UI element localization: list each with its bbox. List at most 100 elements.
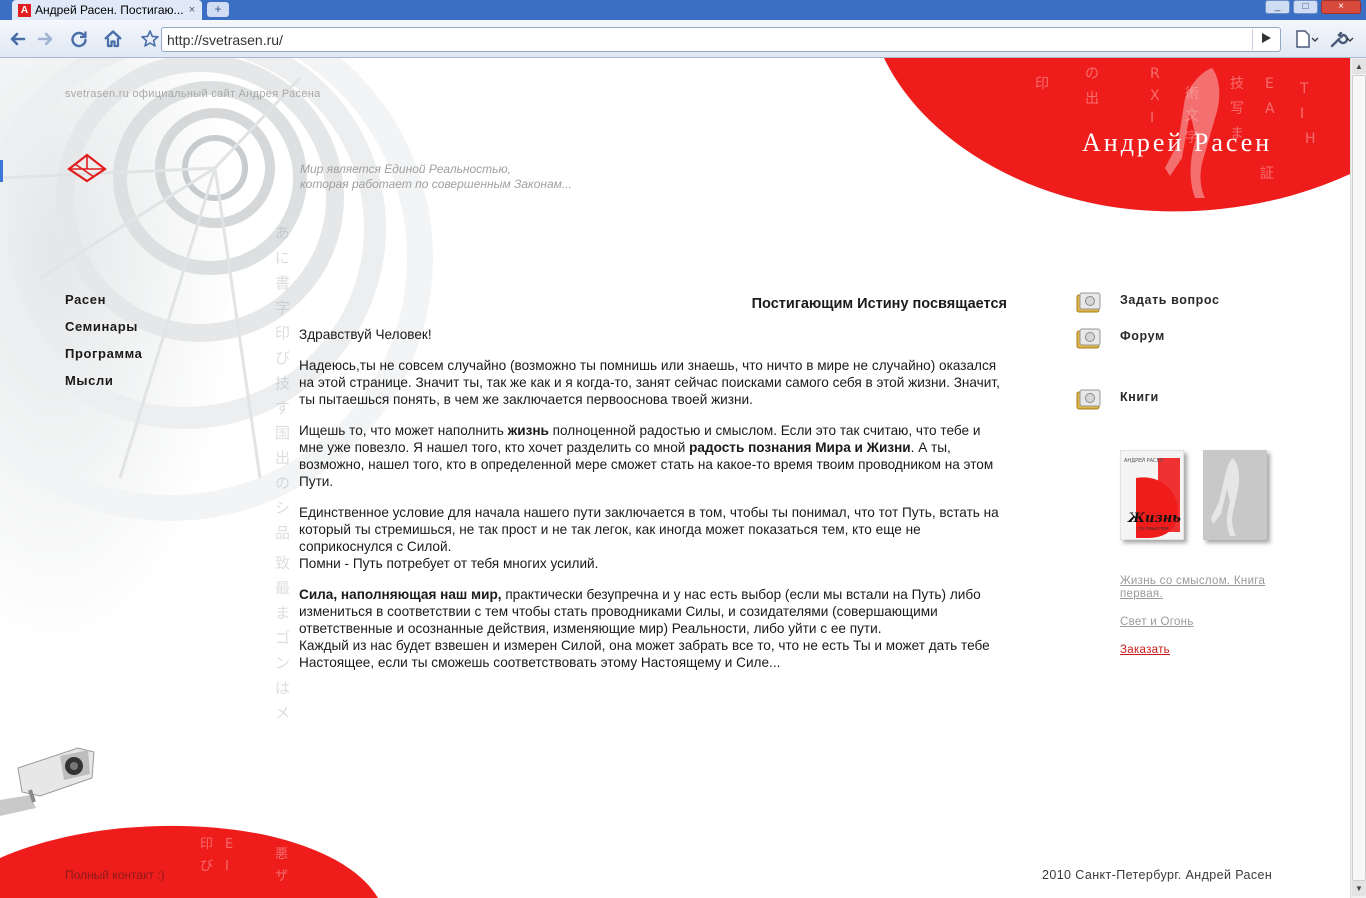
svg-text:I: I — [225, 859, 229, 874]
svg-text:出: 出 — [1085, 91, 1099, 107]
nav-link-thoughts[interactable]: Мысли — [65, 373, 143, 400]
svg-text:ザ: ザ — [275, 869, 288, 884]
svg-text:び: び — [200, 859, 213, 874]
right-nav-item-books[interactable]: Книги — [1076, 389, 1276, 413]
svg-text:び: び — [275, 349, 290, 367]
svg-text:E: E — [225, 837, 233, 852]
nav-link-seminars[interactable]: Семинары — [65, 319, 143, 346]
site-favicon-icon: A — [18, 3, 31, 17]
scroll-down-arrow-icon[interactable]: ▼ — [1352, 881, 1366, 896]
tab-title: Андрей Расен. Постигаю... — [35, 3, 184, 17]
page-menu-button[interactable] — [1291, 26, 1321, 52]
svg-text:R: R — [1150, 66, 1160, 82]
browser-toolbar — [0, 20, 1366, 58]
svg-text:悪: 悪 — [275, 847, 288, 862]
footer-left-link[interactable]: Полный контакт :) — [65, 868, 165, 882]
tab-close-icon[interactable]: × — [185, 4, 199, 16]
svg-text:字: 字 — [275, 299, 290, 317]
svg-text:あ: あ — [275, 224, 290, 242]
left-navigation: Расен Семинары Программа Мысли — [65, 292, 143, 400]
bookmark-star-button[interactable] — [137, 26, 163, 52]
svg-text:E: E — [1265, 76, 1274, 92]
minimize-button[interactable]: _ — [1265, 0, 1290, 14]
svg-text:品: 品 — [275, 524, 290, 542]
back-button[interactable] — [5, 26, 31, 52]
svg-text:出: 出 — [275, 449, 290, 467]
svg-text:A: A — [1265, 101, 1275, 117]
vertical-scrollbar[interactable]: ▲ ▼ — [1350, 58, 1366, 898]
svg-text:の: の — [1085, 66, 1099, 82]
svg-text:に: に — [275, 249, 290, 267]
gold-button-icon — [1076, 389, 1101, 410]
book-link-light-and-fire[interactable]: Свет и Огонь — [1120, 616, 1300, 629]
book-subtitle-label: со смыслом — [1138, 526, 1169, 532]
svg-text:書: 書 — [275, 274, 290, 292]
book-link-life-with-meaning[interactable]: Жизнь со смыслом. Книга первая. — [1120, 575, 1300, 601]
browser-tab-strip: A Андрей Расен. Постигаю... × + _ □ × — [0, 0, 1366, 20]
home-button[interactable] — [100, 26, 126, 52]
go-button[interactable] — [1252, 29, 1278, 50]
svg-text:印: 印 — [1035, 76, 1049, 92]
forum-link[interactable]: Форум — [1120, 329, 1165, 343]
forward-arrow-icon — [37, 32, 53, 46]
ask-question-link[interactable]: Задать вопрос — [1120, 293, 1220, 307]
play-icon — [1261, 33, 1271, 43]
svg-text:I: I — [1300, 106, 1304, 122]
motto-line-2: которая работает по совершенным Законам.… — [300, 177, 572, 191]
security-camera-icon — [0, 747, 95, 816]
brand-name: Андрей Расен — [1082, 128, 1273, 157]
book-cover-life-with-meaning[interactable]: АНДРЕЙ РАСЕН Жизнь со смыслом — [1120, 450, 1184, 540]
envelope-logo-icon[interactable] — [66, 151, 108, 185]
browser-tab[interactable]: A Андрей Расен. Постигаю... × — [12, 0, 202, 20]
right-nav-item-ask[interactable]: Задать вопрос — [1076, 292, 1276, 316]
scrollbar-thumb[interactable] — [1352, 75, 1366, 881]
motto-line-1: Мир является Единой Реальностью, — [300, 162, 511, 176]
svg-text:最: 最 — [275, 579, 290, 597]
svg-text:国: 国 — [275, 424, 290, 442]
back-arrow-icon — [10, 32, 26, 46]
book-author-label: АНДРЕЙ РАСЕН — [1124, 457, 1164, 464]
article-paragraph-4: Сила, наполняющая наш мир, практически б… — [299, 586, 1007, 671]
gold-button-icon — [1076, 292, 1101, 313]
svg-text:ゴ: ゴ — [275, 629, 290, 647]
p3-remember: Помни - Путь потребует от тебя многих ус… — [299, 556, 599, 571]
article-paragraph-1: Надеюсь,ты не совсем случайно (возможно … — [299, 358, 1000, 407]
book-cover-light-and-fire[interactable] — [1203, 450, 1267, 540]
svg-text:技: 技 — [1230, 76, 1244, 92]
svg-text:証: 証 — [1260, 166, 1274, 182]
forward-button[interactable] — [32, 26, 58, 52]
p3-text: Единственное условие для начала нашего п… — [299, 505, 999, 554]
reload-icon — [71, 31, 87, 48]
svg-text:印: 印 — [275, 324, 290, 342]
article-paragraph-2: Ищешь то, что может наполнить жизнь полн… — [299, 422, 1007, 490]
wrench-icon — [1330, 31, 1354, 48]
url-input[interactable] — [167, 31, 1247, 49]
web-page: あに書 字印び 技す国 出のシ 品致最 まゴン はメ 印の出 術文字 技写ま E… — [0, 58, 1350, 898]
star-icon — [141, 30, 159, 47]
red-bottom-disc — [0, 825, 378, 898]
nav-link-program[interactable]: Программа — [65, 346, 143, 373]
svg-text:ま: ま — [275, 604, 290, 622]
svg-text:は: は — [275, 679, 290, 697]
p2-bold-joy: радость познания Мира и Жизни — [689, 440, 911, 455]
books-link[interactable]: Книги — [1120, 390, 1159, 404]
book-title-label: Жизнь — [1127, 511, 1181, 526]
scroll-up-arrow-icon[interactable]: ▲ — [1352, 59, 1366, 74]
p4-text-c: Каждый из нас будет взвешен и измерен Си… — [299, 638, 990, 670]
main-article: Постигающим Истину посвящается Здравству… — [299, 296, 1007, 685]
svg-text:I: I — [1150, 110, 1154, 126]
svg-text:シ: シ — [275, 499, 290, 517]
right-nav-item-forum[interactable]: Форум — [1076, 328, 1276, 352]
maximize-button[interactable]: □ — [1293, 0, 1318, 14]
svg-text:致: 致 — [275, 554, 290, 572]
order-link[interactable]: Заказать — [1120, 644, 1300, 657]
svg-text:の: の — [275, 474, 290, 492]
footer-copyright: 2010 Санкт-Петербург. Андрей Расен — [1042, 868, 1273, 882]
address-bar[interactable] — [161, 27, 1281, 52]
nav-link-rasen[interactable]: Расен — [65, 292, 143, 319]
new-tab-button[interactable]: + — [207, 2, 229, 17]
close-window-button[interactable]: × — [1321, 0, 1361, 14]
reload-button[interactable] — [66, 26, 92, 52]
tools-menu-button[interactable] — [1326, 26, 1356, 52]
svg-text:技: 技 — [275, 374, 290, 392]
